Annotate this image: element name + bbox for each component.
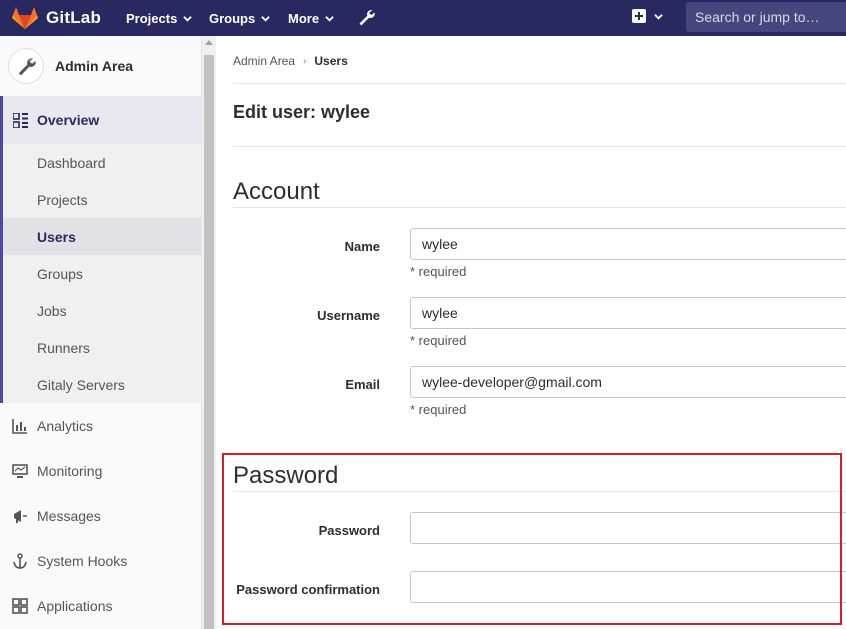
nav-projects-dropdown[interactable]: Projects	[126, 10, 193, 26]
username-field[interactable]: wylee	[410, 297, 846, 329]
account-section-title: Account	[233, 178, 320, 205]
email-field[interactable]: wylee-developer@gmail.com	[410, 366, 846, 398]
plus-icon	[632, 9, 646, 23]
sidebar-scrollbar-thumb[interactable]	[204, 55, 214, 629]
admin-avatar	[8, 48, 44, 84]
brand-name: GitLab	[46, 8, 102, 27]
email-label: Email	[345, 377, 380, 392]
sidebar-item-messages[interactable]: Messages	[0, 493, 201, 538]
main-content: Admin Area › Users Edit user: wylee Acco…	[216, 36, 846, 629]
sidebar-system-hooks-label: System Hooks	[37, 552, 128, 569]
chevron-down-icon	[261, 15, 270, 22]
sidebar-item-runners[interactable]: Runners	[3, 329, 201, 366]
chevron-right-icon: ›	[303, 55, 307, 67]
search-input[interactable]: Search or jump to…	[686, 2, 846, 32]
divider	[233, 207, 846, 208]
breadcrumb-users[interactable]: Users	[314, 54, 347, 68]
sidebar-section-overview: Overview Dashboard Projects Users Groups…	[0, 96, 201, 403]
sidebar-item-projects[interactable]: Projects	[3, 181, 201, 218]
sidebar-item-applications[interactable]: Applications	[0, 583, 201, 628]
sidebar-item-gitaly-servers[interactable]: Gitaly Servers	[3, 366, 201, 403]
nav-more-label: More	[288, 10, 320, 26]
apps-grid-icon	[12, 597, 28, 614]
sidebar-item-monitoring[interactable]: Monitoring	[0, 448, 201, 493]
gitlab-logo-icon	[12, 7, 38, 29]
chevron-down-icon	[325, 15, 334, 22]
sidebar-item-users[interactable]: Users	[3, 218, 201, 255]
gitlab-home-link[interactable]: GitLab	[12, 6, 101, 30]
sidebar-item-jobs[interactable]: Jobs	[3, 292, 201, 329]
nav-more-dropdown[interactable]: More	[288, 11, 334, 26]
sidebar-item-dashboard[interactable]: Dashboard	[3, 144, 201, 181]
new-item-dropdown[interactable]	[632, 9, 663, 23]
sidebar-title: Admin Area	[55, 58, 134, 74]
top-navbar: GitLab Projects Groups More Search or ju…	[0, 0, 846, 36]
sidebar-header[interactable]: Admin Area	[0, 36, 201, 96]
sidebar-monitoring-label: Monitoring	[37, 462, 103, 479]
wrench-icon	[18, 58, 36, 76]
breadcrumb: Admin Area › Users	[233, 54, 348, 68]
sidebar-item-overview[interactable]: Overview	[3, 96, 201, 144]
username-label: Username	[317, 308, 380, 323]
name-label: Name	[344, 239, 380, 254]
nav-projects-label: Projects	[126, 10, 178, 26]
megaphone-icon	[14, 509, 27, 523]
chart-icon	[12, 418, 27, 434]
overview-grid-icon	[13, 112, 28, 128]
sidebar-messages-label: Messages	[37, 507, 101, 524]
chevron-down-icon	[654, 13, 663, 20]
nav-groups-dropdown[interactable]: Groups	[209, 11, 270, 26]
name-field[interactable]: wylee	[410, 228, 846, 260]
password-section-highlight	[222, 453, 842, 625]
anchor-icon	[13, 552, 27, 569]
sidebar-applications-label: Applications	[37, 597, 113, 614]
admin-wrench-icon[interactable]	[357, 8, 375, 26]
sidebar-item-analytics[interactable]: Analytics	[0, 403, 201, 448]
sidebar-overview-label: Overview	[37, 112, 100, 128]
nav-groups-label: Groups	[209, 10, 256, 26]
email-required-hint: * required	[410, 402, 467, 417]
name-required-hint: * required	[410, 264, 467, 279]
username-required-hint: * required	[410, 333, 467, 348]
admin-sidebar: Admin Area Overview Dashboard Projects U…	[0, 36, 202, 629]
divider	[233, 83, 846, 84]
sidebar-analytics-label: Analytics	[37, 417, 94, 434]
monitor-icon	[12, 463, 28, 478]
sidebar-item-system-hooks[interactable]: System Hooks	[0, 538, 201, 583]
page-title: Edit user: wylee	[233, 102, 371, 122]
breadcrumb-admin-area[interactable]: Admin Area	[233, 54, 295, 68]
chevron-down-icon	[183, 15, 193, 22]
scroll-up-arrow-icon[interactable]	[205, 40, 213, 45]
divider	[233, 146, 846, 147]
sidebar-item-groups[interactable]: Groups	[3, 255, 201, 292]
